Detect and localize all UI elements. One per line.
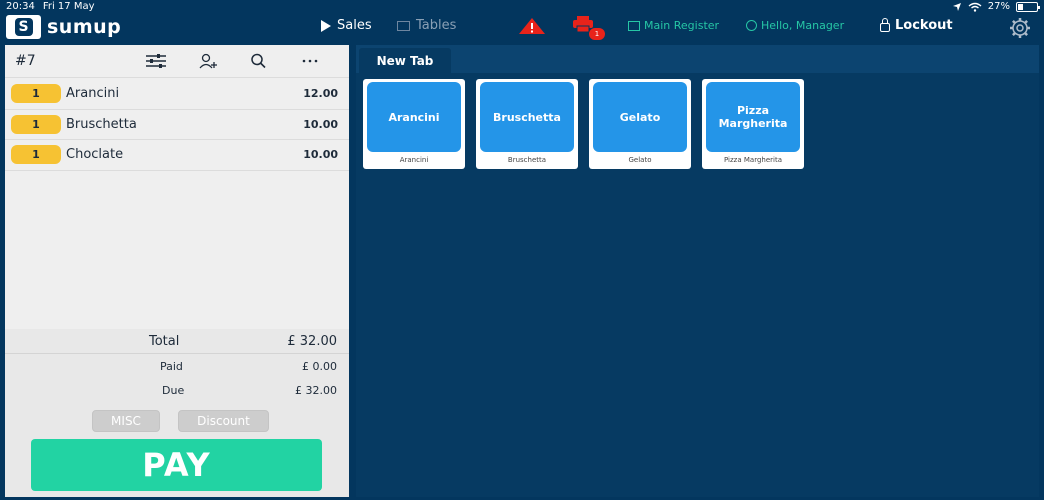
summary-divider xyxy=(5,353,349,354)
sumup-logo: S sumup xyxy=(6,15,121,39)
order-item-price: 10.00 xyxy=(303,148,338,162)
order-item-price: 10.00 xyxy=(303,117,338,131)
lockout-button[interactable]: Lockout xyxy=(880,17,953,33)
status-bar: 20:34 Fri 17 May 27% xyxy=(0,0,1044,13)
quantity-badge[interactable]: 1 xyxy=(11,114,61,134)
quantity-badge[interactable]: 1 xyxy=(11,145,61,165)
product-tile[interactable]: Arancini Arancini xyxy=(363,79,465,169)
register-icon xyxy=(628,20,640,31)
order-line[interactable]: 1 Bruschetta 10.00 xyxy=(5,110,349,140)
discount-button[interactable]: Discount xyxy=(178,410,269,432)
tab-bar: New Tab xyxy=(356,45,1039,73)
total-value: £ 32.00 xyxy=(287,334,337,349)
product-tile[interactable]: Bruschetta Bruschetta xyxy=(476,79,578,169)
order-number: #7 xyxy=(15,53,36,69)
order-item-name: Choclate xyxy=(66,147,124,163)
total-label: Total xyxy=(149,334,180,349)
battery-fill xyxy=(1018,3,1023,10)
lockout-label: Lockout xyxy=(895,18,953,33)
add-customer-icon[interactable] xyxy=(198,53,218,69)
status-right: 27% xyxy=(952,1,1040,12)
order-item-name: Arancini xyxy=(66,86,120,102)
product-caption: Bruschetta xyxy=(507,156,547,164)
quantity-badge[interactable]: 1 xyxy=(11,84,61,104)
order-line[interactable]: 1 Choclate 10.00 xyxy=(5,140,349,171)
nav-tables[interactable]: Tables xyxy=(397,18,456,33)
product-caption: Gelato xyxy=(628,156,652,164)
logo-mark: S xyxy=(6,15,41,39)
nav-sales[interactable]: Sales xyxy=(321,18,372,33)
product-tile[interactable]: Pizza Margherita Pizza Margherita xyxy=(702,79,804,169)
order-line[interactable]: 1 Arancini 12.00 xyxy=(5,79,349,110)
lock-icon xyxy=(880,17,890,32)
product-tile[interactable]: Gelato Gelato xyxy=(589,79,691,169)
more-options-icon[interactable] xyxy=(302,53,318,69)
register-label: Main Register xyxy=(644,19,720,32)
order-item-price: 12.00 xyxy=(303,87,338,101)
warning-icon[interactable] xyxy=(518,17,546,35)
tables-icon xyxy=(397,20,410,31)
order-summary: Total £ 32.00 Paid £ 0.00 Due £ 32.00 MI… xyxy=(5,329,349,497)
tab-new-tab[interactable]: New Tab xyxy=(359,48,451,73)
battery-icon xyxy=(1016,1,1040,12)
user-greeting[interactable]: Hello, Manager xyxy=(746,19,844,32)
misc-button[interactable]: MISC xyxy=(92,410,160,432)
wifi-icon xyxy=(968,2,982,12)
due-value: £ 32.00 xyxy=(295,384,337,397)
paid-label: Paid xyxy=(160,360,183,373)
due-label: Due xyxy=(162,384,185,397)
nav-tables-label: Tables xyxy=(416,18,457,33)
product-button[interactable]: Bruschetta xyxy=(480,82,574,152)
paid-value: £ 0.00 xyxy=(302,360,337,373)
filter-sliders-icon[interactable] xyxy=(145,53,167,69)
status-date: Fri 17 May xyxy=(42,1,95,12)
user-icon xyxy=(746,20,757,31)
gear-icon[interactable] xyxy=(1008,16,1032,40)
status-time: 20:34 xyxy=(6,1,35,12)
location-icon xyxy=(952,2,961,11)
product-button[interactable]: Pizza Margherita xyxy=(706,82,800,152)
battery-percent: 27% xyxy=(987,1,1010,12)
order-lines: 1 Arancini 12.00 1 Bruschetta 10.00 1 Ch… xyxy=(5,79,349,171)
order-panel: #7 1 Arancini 12.00 1 Bruschetta 10.00 1… xyxy=(5,45,349,497)
order-item-name: Bruschetta xyxy=(66,116,137,132)
printer-badge: 1 xyxy=(589,28,605,40)
search-icon[interactable] xyxy=(250,53,268,69)
pay-button[interactable]: PAY xyxy=(31,439,322,491)
greeting-label: Hello, Manager xyxy=(761,19,845,32)
product-caption: Arancini xyxy=(399,156,429,164)
top-bar: S sumup Sales Tables 1 Main Register Hel… xyxy=(0,13,1044,41)
product-button[interactable]: Gelato xyxy=(593,82,687,152)
product-caption: Pizza Margherita xyxy=(723,156,782,164)
order-header: #7 xyxy=(5,45,349,78)
nav-sales-label: Sales xyxy=(337,18,372,33)
product-grid: Arancini Arancini Bruschetta Bruschetta … xyxy=(356,73,1039,497)
register-selector[interactable]: Main Register xyxy=(628,19,719,32)
logo-mark-letter: S xyxy=(14,18,33,36)
logo-wordmark: sumup xyxy=(47,16,122,38)
product-button[interactable]: Arancini xyxy=(367,82,461,152)
sales-icon xyxy=(321,19,331,32)
